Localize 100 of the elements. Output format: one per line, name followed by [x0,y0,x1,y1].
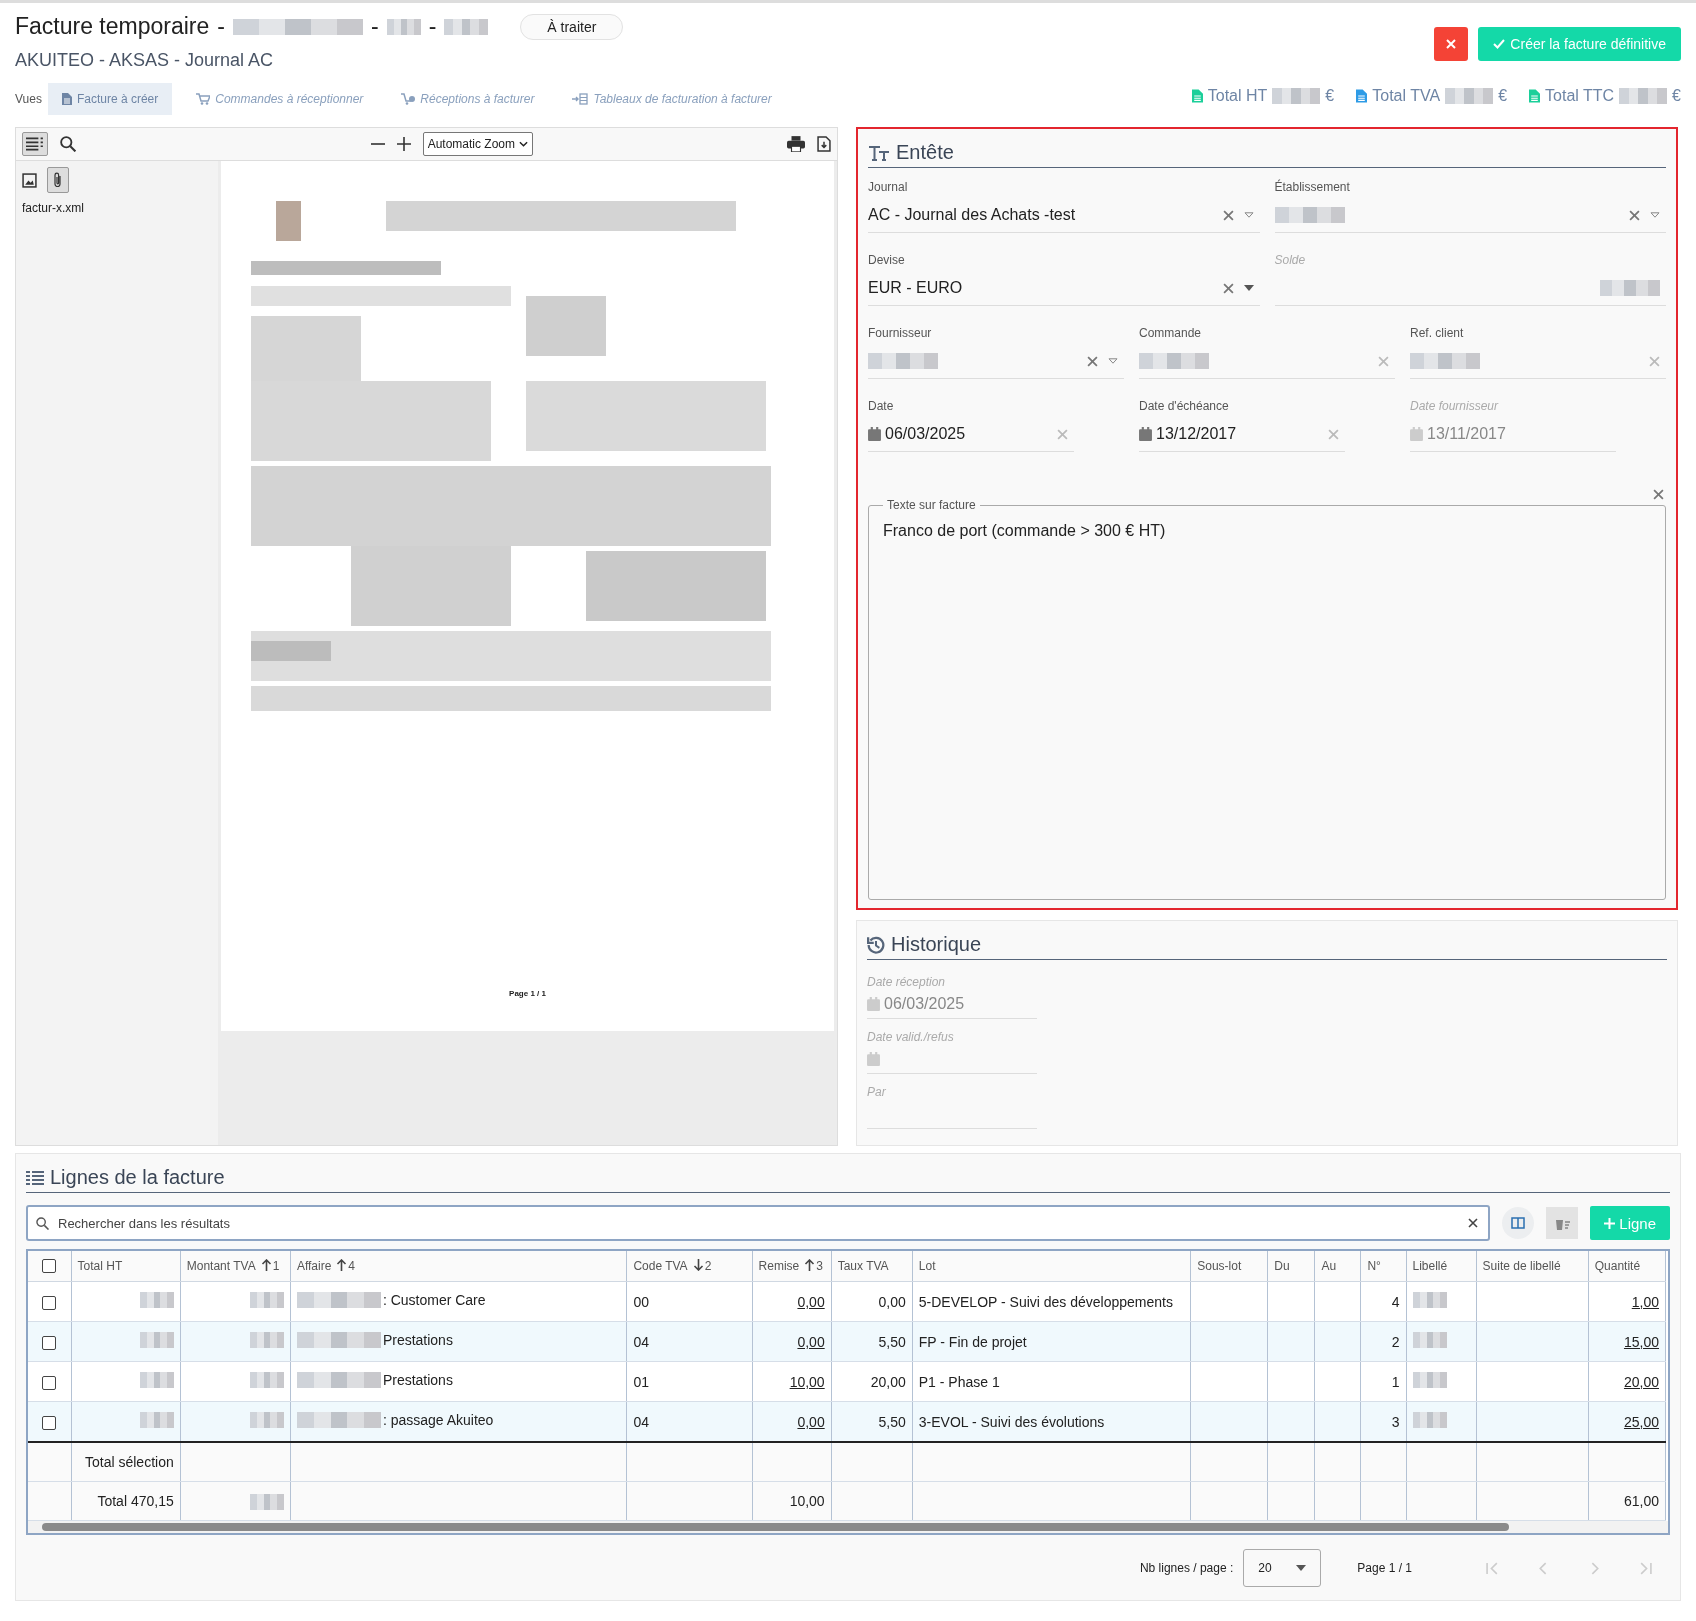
table-cell: 3-EVOL - Suivi des évolutions [918,1413,1105,1430]
table-cell: 01 [633,1373,649,1390]
field-label: Date réception [867,975,946,989]
field-label: Établissement [1274,180,1351,194]
delete-button[interactable] [1546,1207,1579,1239]
checkbox[interactable] [42,1375,57,1390]
checkbox[interactable] [42,1295,57,1310]
caret-icon[interactable] [1650,212,1660,218]
table-cell: : Customer Care [382,1292,486,1308]
column-header[interactable]: Taux TVA [831,1251,913,1282]
date-field[interactable]: 06/03/2025 [868,417,1074,452]
table-cell: 4 [1391,1293,1400,1310]
column-header[interactable]: Remise 3 [752,1251,832,1282]
image-icon[interactable] [22,172,37,188]
table-cell: 04 [633,1413,649,1430]
page-number: Page 1 / 1 [509,989,546,998]
date-field[interactable]: 13/12/2017 [1139,417,1345,452]
section-title: Lignes de la facture [50,1166,225,1189]
field-label: Journal [868,180,909,194]
rows-per-page-select[interactable]: 20 [1243,1549,1322,1587]
clear-icon[interactable] [1629,209,1640,221]
clear-icon[interactable] [1222,282,1234,294]
horizontal-scrollbar[interactable] [28,1521,1668,1533]
column-header[interactable]: Affaire 4 [290,1251,627,1282]
field-label: Date d'échéance [1139,399,1230,413]
columns-button[interactable] [1502,1207,1535,1239]
redacted-text [1445,88,1494,104]
cell-link[interactable]: 25,00 [1623,1413,1659,1430]
currency-symbol: € [1325,87,1335,105]
cell-link[interactable]: 0,00 [797,1333,825,1350]
select-field[interactable]: EUR - EURO [868,271,1260,306]
search-field[interactable]: Rechercher dans les résultats [26,1205,1491,1241]
column-header[interactable]: Code TVA 2 [626,1251,753,1282]
column-header[interactable]: Libellé [1406,1251,1477,1282]
plus-icon [1604,1217,1616,1229]
total-label: Total TVA [1372,87,1441,105]
column-header[interactable]: Au [1314,1251,1361,1282]
check-icon [1493,39,1506,49]
column-header[interactable]: Quantité [1588,1251,1666,1282]
text-size-icon [868,144,890,161]
column-header[interactable]: Du [1267,1251,1315,1282]
field-label: Date [868,399,895,413]
column-header[interactable]: Total HT [71,1251,181,1282]
zoom-in-icon[interactable] [396,137,411,151]
checkbox[interactable] [42,1415,57,1430]
checkbox[interactable] [42,1335,57,1350]
cancel-button[interactable] [1434,27,1469,61]
history-icon [867,935,885,954]
sidebar-toggle-button[interactable] [22,132,48,156]
cell-link[interactable]: 15,00 [1623,1333,1659,1350]
currency-symbol: € [1498,87,1508,105]
table-cell: 5-DEVELOP - Suivi des développements [918,1293,1173,1310]
clear-icon[interactable] [1653,489,1664,500]
page-info: Page 1 / 1 [1357,1561,1412,1575]
field-label: Devise [868,253,906,267]
invoice-text: Franco de port (commande > 300 € HT) [883,522,1166,539]
checkbox[interactable] [42,1259,57,1274]
table-cell: 00 [633,1293,649,1310]
chevron-down-icon [519,141,528,147]
total-cell: 10,00 [789,1493,825,1509]
cell-link[interactable]: 1,00 [1631,1293,1659,1310]
status-badge: À traiter [520,13,624,40]
caret-icon[interactable] [1243,285,1254,291]
column-header[interactable]: Suite de libellé [1476,1251,1589,1282]
print-icon[interactable] [787,136,805,152]
calendar-icon [1139,427,1152,441]
document-icon [61,93,72,105]
clear-icon[interactable] [1087,355,1098,367]
caret-icon[interactable] [1108,358,1118,364]
search-icon[interactable] [60,136,76,152]
field-label: Commande [1139,326,1203,340]
column-header[interactable]: Sous-lot [1190,1251,1268,1282]
cell-link[interactable]: 0,00 [797,1293,825,1310]
clear-icon[interactable] [1222,209,1234,221]
clear-icon[interactable] [1468,1218,1479,1228]
cell-link[interactable]: 0,00 [797,1413,825,1430]
table-cell: Prestations [382,1372,453,1388]
table-cell: 5,50 [878,1333,906,1350]
column-header[interactable]: N° [1360,1251,1406,1282]
attachment-link[interactable]: factur-x.xml [22,201,212,215]
table-cell: : passage Akuiteo [382,1412,494,1428]
field-label: Date valid./refus [867,1030,954,1044]
total-cell: Total 470,15 [97,1493,174,1509]
column-header[interactable]: Lot [912,1251,1191,1282]
page-title: Facture temporaire [15,13,210,40]
select-field[interactable]: AC - Journal des Achats -test [868,198,1260,233]
cell-link[interactable]: 20,00 [1623,1373,1659,1390]
column-header[interactable]: Montant TVA 1 [180,1251,291,1282]
text-area[interactable]: Texte sur facture Franco de port (commande > 300 € HT) [868,498,1666,900]
caret-icon[interactable] [1243,212,1254,218]
title-separator: - [428,13,437,40]
download-icon[interactable] [817,136,831,152]
search-icon [36,1217,49,1230]
cart-icon [401,93,416,105]
attachments-button[interactable] [47,167,69,193]
title-separator: - [371,13,379,40]
calendar-icon [1410,427,1423,441]
cell-link[interactable]: 10,00 [789,1373,825,1390]
zoom-select[interactable]: Automatic Zoom [422,132,533,156]
title-separator: - [217,13,225,40]
